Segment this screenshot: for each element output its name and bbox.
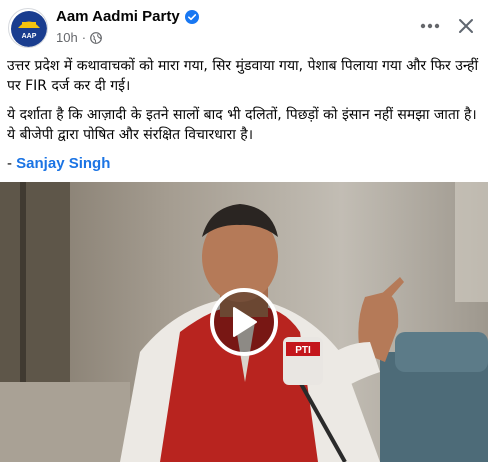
play-icon	[233, 307, 257, 337]
post-timestamp[interactable]: 10h	[56, 30, 78, 45]
post-body: उत्तर प्रदेश में कथावाचकों को मारा गया, …	[7, 56, 481, 174]
more-options-button[interactable]	[416, 12, 444, 40]
author-prefix: -	[7, 155, 17, 172]
author-link[interactable]: Sanjay Singh	[16, 155, 110, 172]
post-header: AAP Aam Aadmi Party 10h ·	[0, 0, 488, 56]
aap-logo: AAP	[11, 11, 47, 47]
verified-badge-icon	[184, 9, 199, 24]
play-button[interactable]	[210, 288, 278, 356]
close-icon	[459, 19, 473, 33]
name-row: Aam Aadmi Party	[56, 8, 199, 25]
avatar-logo-text: AAP	[22, 33, 37, 40]
post-meta: 10h ·	[56, 30, 102, 45]
video-player[interactable]: PTI	[0, 182, 488, 462]
mic-label: PTI	[295, 345, 311, 356]
globe-icon	[90, 31, 102, 44]
post-paragraph: ये दर्शाता है कि आज़ादी के इतने सालों बा…	[7, 107, 477, 143]
page-avatar[interactable]: AAP	[8, 8, 48, 48]
page-name-link[interactable]: Aam Aadmi Party	[56, 8, 180, 25]
meta-separator: ·	[81, 30, 87, 45]
author-line: - Sanjay Singh	[7, 154, 481, 174]
more-icon	[420, 23, 440, 29]
post-paragraph: उत्तर प्रदेश में कथावाचकों को मारा गया, …	[7, 58, 479, 94]
close-button[interactable]	[452, 12, 480, 40]
